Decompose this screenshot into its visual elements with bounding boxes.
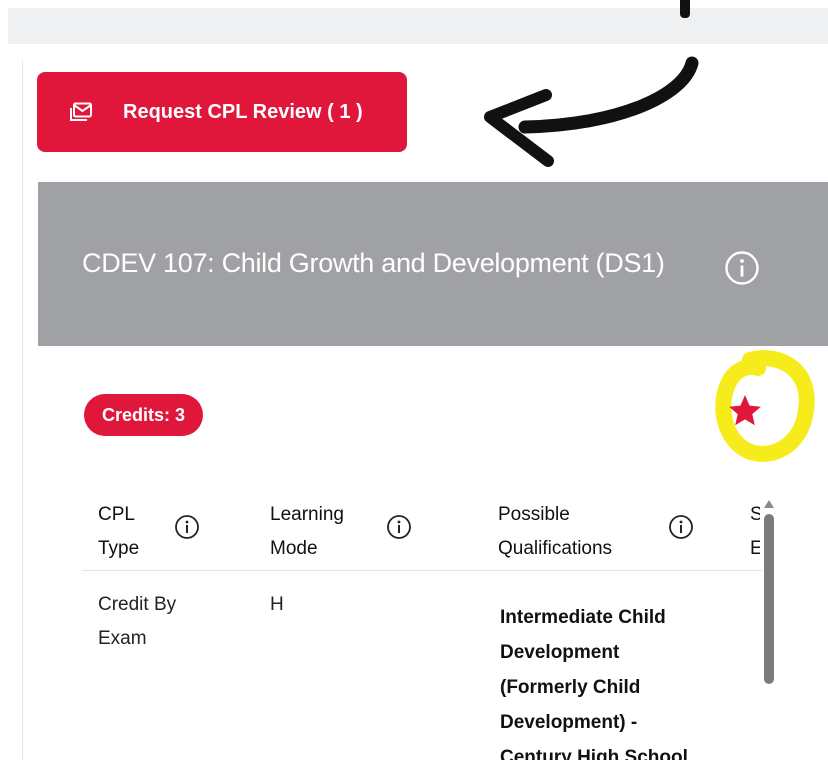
table-cell-qualifications: Intermediate Child Development (Formerly…	[500, 607, 688, 760]
scrollbar-thumb[interactable]	[764, 514, 774, 684]
request-cpl-review-button[interactable]: Request CPL Review ( 1 )	[37, 72, 407, 152]
column-header-learning-mode: Learning Mode	[270, 504, 344, 559]
top-bar	[8, 8, 828, 44]
credits-badge: Credits: 3	[84, 394, 204, 436]
column-header-truncated: S E	[750, 504, 760, 559]
info-icon[interactable]	[724, 250, 760, 286]
course-card-header: CDEV 107: Child Growth and Development (…	[38, 182, 828, 346]
course-card: CDEV 107: Child Growth and Development (…	[38, 182, 828, 760]
mail-stack-icon	[69, 102, 93, 122]
table-scrollbar[interactable]	[762, 500, 776, 760]
info-icon[interactable]	[668, 514, 694, 540]
course-title: CDEV 107: Child Growth and Development (…	[82, 248, 665, 278]
page-divider	[22, 60, 23, 760]
annotation-mark	[680, 0, 690, 18]
table-cell-learning-mode: H	[270, 594, 284, 615]
table-header-divider	[82, 570, 762, 571]
column-header-cpl-type: CPL Type	[98, 504, 140, 559]
column-header-possible-qualifications: Possible Qualifications	[498, 504, 613, 559]
table-cell-cpl-type: Credit By Exam	[98, 594, 177, 649]
annotation-arrow	[484, 56, 699, 167]
star-icon[interactable]	[726, 392, 764, 430]
request-button-label: Request CPL Review ( 1 )	[123, 100, 363, 123]
info-icon[interactable]	[174, 514, 200, 540]
info-icon[interactable]	[386, 514, 412, 540]
scroll-up-arrow-icon[interactable]	[764, 500, 774, 508]
